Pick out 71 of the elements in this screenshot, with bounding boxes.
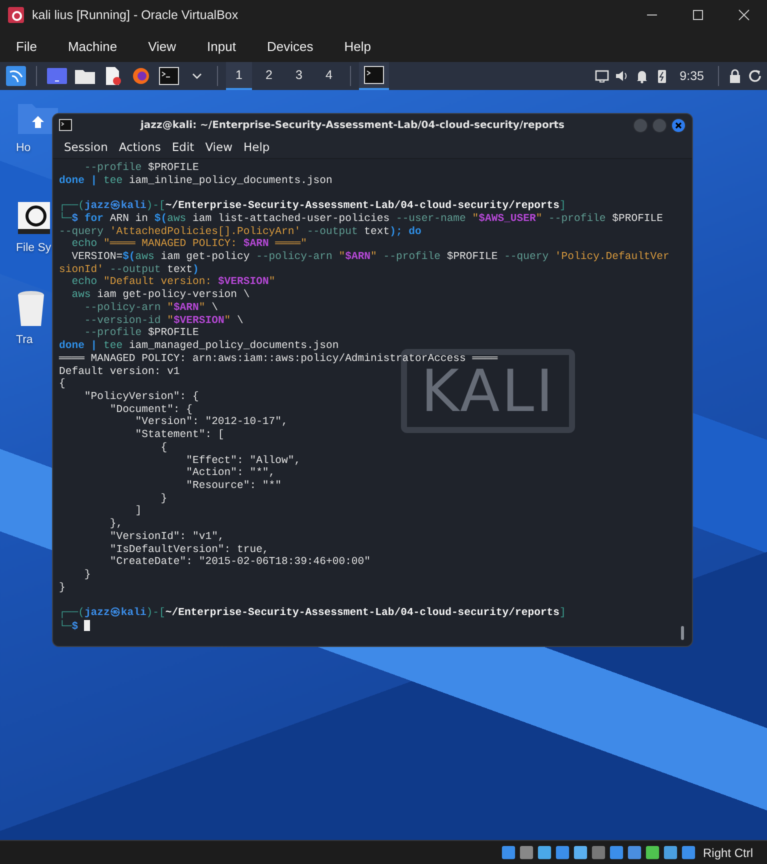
terminal-line: done | tee iam_inline_policy_documents.json [59,174,332,188]
terminal-line: "Resource": "*" [185,480,282,493]
menu-item[interactable]: Actions [114,138,166,156]
trash-icon[interactable] [16,290,46,328]
terminal-line: --policy-arn "$ARN" \ [83,302,218,315]
terminal-line: "PolicyVersion": { [83,390,199,404]
close-button[interactable] [671,118,686,132]
terminal-line: "Version": "2012-10-17", [134,416,288,429]
terminal-task-button[interactable] [359,62,389,90]
terminal-line: }, [108,518,123,531]
terminal-line: aws iam get-policy-version \ [70,289,250,302]
terminal-line: ] [134,505,142,518]
drive-icon[interactable] [16,200,52,236]
desktop-icon-label[interactable]: File Sy [16,242,52,254]
app-icon [8,7,24,23]
terminal-line: Default version: v1 [59,366,180,378]
lock-icon[interactable] [727,68,743,84]
workspace-tab[interactable]: 3 [286,62,312,90]
terminal-line: ┌──(jazz㉿kali)-[~/Enterprise-Security-Assessment-Lab/04-cloud-security/reports] [59,607,566,620]
terminal-title: jazz@kali: ~/Enterprise-Security-Assessment-Lab/04-cloud-security/reports [139,120,566,130]
terminal-line: └─$ for ARN in $(aws iam list-attached-user-policies --user-name "$AWS_USER" --profile $PROFILE [59,212,663,226]
window-title: kali lius [Running] - Oracle VirtualBox [32,8,240,22]
desktop-icon-label[interactable]: Ho [16,142,31,154]
kali-menu-button[interactable] [4,64,28,88]
terminal-line: done | tee iam_managed_policy_documents.json [59,340,339,353]
terminal-line: --query 'AttachedPolicies[].PolicyArn' --output text); do [59,226,422,238]
menu-item[interactable]: View [200,138,238,156]
close-icon [675,122,682,128]
menu-item[interactable]: Devices [256,34,324,58]
terminal-line: --profile $PROFILE [83,162,199,175]
terminal-line: --version-id "$VERSION" \ [83,314,244,327]
terminal-icon [59,119,72,131]
terminal-line: } [59,582,66,594]
terminal-line: --profile $PROFILE [83,327,199,340]
clock[interactable]: 9:35 [680,69,704,83]
terminal-line: { [59,378,66,391]
menu-item[interactable]: Edit [166,138,200,156]
menu-item[interactable]: Input [197,34,246,58]
terminal-line: echo "Default version: $VERSION" [70,276,276,289]
terminal-icon[interactable] [157,64,181,88]
maximize-icon [692,9,704,21]
terminal-line: } [83,569,91,582]
workspace-tab[interactable]: 4 [316,62,342,90]
workspace-tab[interactable]: 1 [226,62,252,90]
menu-item[interactable]: Help [334,34,381,58]
desktop-icon-label[interactable]: Tra [16,334,33,346]
terminal-line: "Action": "*", [185,467,276,480]
terminal-line: } [160,492,168,506]
menu-item[interactable]: Session [59,138,113,156]
terminal-line: "CreateDate": "2015-02-06T18:39:46+00:00" [108,556,371,569]
terminal-line: "VersionId": "v1", [108,530,224,544]
terminal-line: "Effect": "Allow", [185,454,301,467]
terminal-line: ┌──(jazz㉿kali)-[~/Enterprise-Security-Assessment-Lab/04-cloud-security/reports] [59,200,566,212]
refresh-icon[interactable] [747,68,763,84]
terminal-line: { [160,442,168,455]
terminal-line: "Document": { [108,404,193,416]
terminal-line: ════ MANAGED POLICY: arn:aws:iam::aws:policy/AdministratorAccess ════ [59,352,498,366]
terminal-line: sionId' --output text) [59,264,199,276]
menu-item[interactable]: View [138,34,186,58]
prompt-line: └─$ [59,620,90,633]
scrollbar[interactable] [681,626,684,640]
terminal-line: "Statement": [ [134,429,224,442]
terminal-line: "IsDefaultVersion": true, [108,544,269,556]
menu-item[interactable]: Machine [58,34,128,58]
menu-item[interactable]: File [6,34,47,58]
close-icon [738,9,750,21]
terminal-line: VERSION=$(aws iam get-policy --policy-arn "$ARN" --profile $PROFILE --query 'Policy.DefaultVer [70,251,670,264]
host-key-label: Right Ctrl [702,846,753,860]
terminal-line: echo "════ MANAGED POLICY: $ARN ════" [70,238,307,251]
menu-item[interactable]: Help [238,138,275,156]
workspace-tab[interactable]: 2 [256,62,282,90]
